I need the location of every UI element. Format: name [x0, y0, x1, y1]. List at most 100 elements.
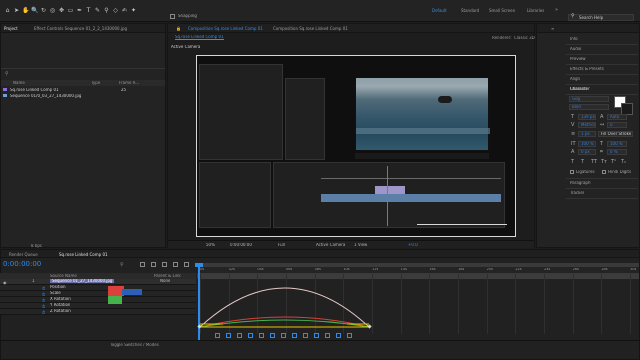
column-type[interactable]: Type — [91, 81, 100, 85]
snap-icon[interactable] — [237, 333, 242, 338]
resolution-select[interactable]: Full — [278, 243, 285, 247]
renderer-value[interactable]: Classic 3D — [514, 36, 535, 40]
stroke-width-field[interactable]: 1 px — [578, 131, 596, 137]
eye-graph-icon[interactable] — [215, 333, 220, 338]
exposure-value[interactable]: +0.0 — [408, 243, 418, 247]
vertical-scale-field[interactable]: 100 % — [578, 141, 596, 147]
position-value-blue[interactable] — [122, 289, 142, 295]
tab-render-queue[interactable]: Render Queue — [9, 252, 38, 257]
kerning-field[interactable]: Metrics — [578, 122, 596, 128]
clone-stamp-icon[interactable]: ⚲ — [103, 7, 110, 14]
easy-ease-icon[interactable] — [325, 333, 330, 338]
pen-icon[interactable]: ✒ — [76, 7, 83, 14]
tab-timeline-comp[interactable]: Sq.rose Linked Comp 01 — [59, 252, 108, 257]
zoom-icon[interactable]: 🔍 — [31, 7, 38, 14]
camera-select[interactable]: Active Camera — [316, 243, 345, 247]
stopwatch-icon[interactable]: ⏱ — [42, 310, 45, 315]
time-ruler[interactable]: 0s 02s 04s 06s 08s 10s 12s 14s 16s 18s 20s 22s 24s 26… — [197, 267, 639, 274]
text-style-button[interactable]: TT — [591, 159, 597, 165]
zoom-level[interactable]: 50% — [206, 243, 215, 247]
hand-icon[interactable]: ✋ — [22, 7, 29, 14]
camera-orbit-icon[interactable]: ◎ — [49, 7, 56, 14]
bpc-label[interactable]: 8 bpc — [31, 244, 42, 248]
separate-dimensions-icon[interactable] — [270, 333, 275, 338]
font-size-field[interactable]: 139 px — [578, 114, 596, 120]
fit-icon[interactable] — [248, 333, 253, 338]
pan-behind-icon[interactable]: ✥ — [58, 7, 65, 14]
puppet-pin-icon[interactable]: ✦ — [130, 7, 137, 14]
edit-keyframe-icon[interactable] — [281, 333, 286, 338]
ligatures-checkbox[interactable] — [570, 170, 574, 174]
section-effects-presets[interactable]: Effects & Presets — [570, 67, 604, 71]
workspace-overflow-icon[interactable]: » — [555, 7, 558, 13]
playhead-handle[interactable] — [195, 263, 203, 267]
text-style-button[interactable]: T¹ — [611, 159, 616, 165]
section-preview[interactable]: Preview — [570, 57, 586, 61]
baseline-shift-field[interactable]: 0 px — [578, 149, 596, 155]
workspace-default[interactable]: Default — [432, 8, 447, 13]
current-time-display[interactable]: 0:00:00:00 — [3, 261, 41, 268]
section-info[interactable]: Info — [570, 37, 578, 41]
text-style-button[interactable]: T — [581, 159, 584, 165]
rotation-curve[interactable] — [199, 319, 370, 328]
hindi-digits-checkbox[interactable] — [602, 170, 606, 174]
layer-name[interactable]: Position — [50, 285, 66, 289]
text-style-button[interactable]: Tт — [601, 159, 607, 165]
tab-project[interactable]: Project — [4, 26, 18, 31]
snapping-checkbox[interactable] — [170, 14, 175, 19]
hold-icon[interactable] — [292, 333, 297, 338]
ease-out-icon[interactable] — [347, 333, 352, 338]
tab-composition[interactable]: Composition Sq.rose Linked Comp 01 — [188, 26, 263, 31]
rectangle-mask-icon[interactable]: ▭ — [67, 7, 74, 14]
font-family-select[interactable]: Gog — [569, 96, 609, 102]
text-style-button[interactable]: T₁ — [621, 159, 626, 165]
paragraph-section[interactable]: Paragraph — [570, 181, 591, 185]
workspace-libraries[interactable]: Libraries — [527, 8, 544, 13]
parent-select[interactable]: None — [160, 279, 170, 283]
tab-comp-lock-icon[interactable]: 🔒 — [176, 26, 181, 31]
workspace-small-screen[interactable]: Small Screen — [489, 8, 515, 13]
viewer-timecode[interactable]: 0:00:00:00 — [230, 243, 252, 247]
eraser-icon[interactable]: ◇ — [112, 7, 119, 14]
layer-name[interactable]: Scale — [50, 291, 61, 295]
font-style-select[interactable]: Bold — [569, 104, 609, 110]
position-curve[interactable] — [199, 287, 370, 328]
scale-curve[interactable] — [199, 316, 370, 328]
roto-brush-icon[interactable]: ✍ — [121, 7, 128, 14]
tracking-field[interactable]: 0 — [607, 122, 627, 128]
rotation-value-green[interactable] — [108, 296, 122, 304]
horizontal-scale-field[interactable]: 100 % — [607, 141, 627, 147]
column-name[interactable]: Name — [13, 81, 25, 85]
search-project-icon[interactable]: ⚲ — [5, 71, 9, 77]
motion-blur-icon[interactable] — [173, 262, 178, 267]
leading-field[interactable]: Auto — [607, 114, 627, 120]
tracker-section[interactable]: Tracker — [570, 191, 584, 195]
graph-editor-icon[interactable] — [184, 262, 189, 267]
draft-3d-icon[interactable] — [140, 262, 145, 267]
layer-name[interactable]: Sequence 01_27_1430000.jpg — [50, 279, 115, 283]
selection-arrow-icon[interactable]: ➤ — [13, 7, 20, 14]
layer-name[interactable]: Y Rotation — [50, 303, 70, 307]
shy-icon[interactable] — [151, 262, 156, 267]
text-style-button[interactable]: T — [571, 159, 574, 165]
tab-last-icon[interactable]: ≡ — [551, 26, 554, 31]
tsume-field[interactable]: 0 % — [607, 149, 627, 155]
parent-link-column[interactable]: Parent & Link — [154, 274, 181, 278]
section-audio[interactable]: Audio — [570, 47, 581, 51]
workspace-standard[interactable]: Standard — [461, 8, 479, 13]
search-help-input[interactable]: Search Help — [568, 14, 634, 21]
property-row[interactable]: ⏱ Z Rotation — [0, 309, 196, 315]
auto-bezier-icon[interactable] — [314, 333, 319, 338]
graph-type-icon[interactable] — [226, 333, 231, 338]
views-select[interactable]: 1 View — [354, 243, 367, 247]
toggle-switches-modes[interactable]: Toggle Switches / Modes — [110, 343, 159, 347]
fit-all-icon[interactable] — [259, 333, 264, 338]
brush-icon[interactable]: ✎ — [94, 7, 101, 14]
layer-name[interactable]: Z Rotation — [50, 309, 71, 313]
section-align[interactable]: Align — [570, 77, 580, 81]
tab-effect-controls[interactable]: Effect Controls Sequence 01_2_2_1430000.… — [34, 26, 127, 31]
column-frame-rate[interactable]: Frame R... — [119, 81, 139, 85]
frame-blend-icon[interactable] — [162, 262, 167, 267]
rotate-icon[interactable]: ↻ — [40, 7, 47, 14]
timeline-search-icon[interactable]: ⚲ — [120, 262, 124, 268]
